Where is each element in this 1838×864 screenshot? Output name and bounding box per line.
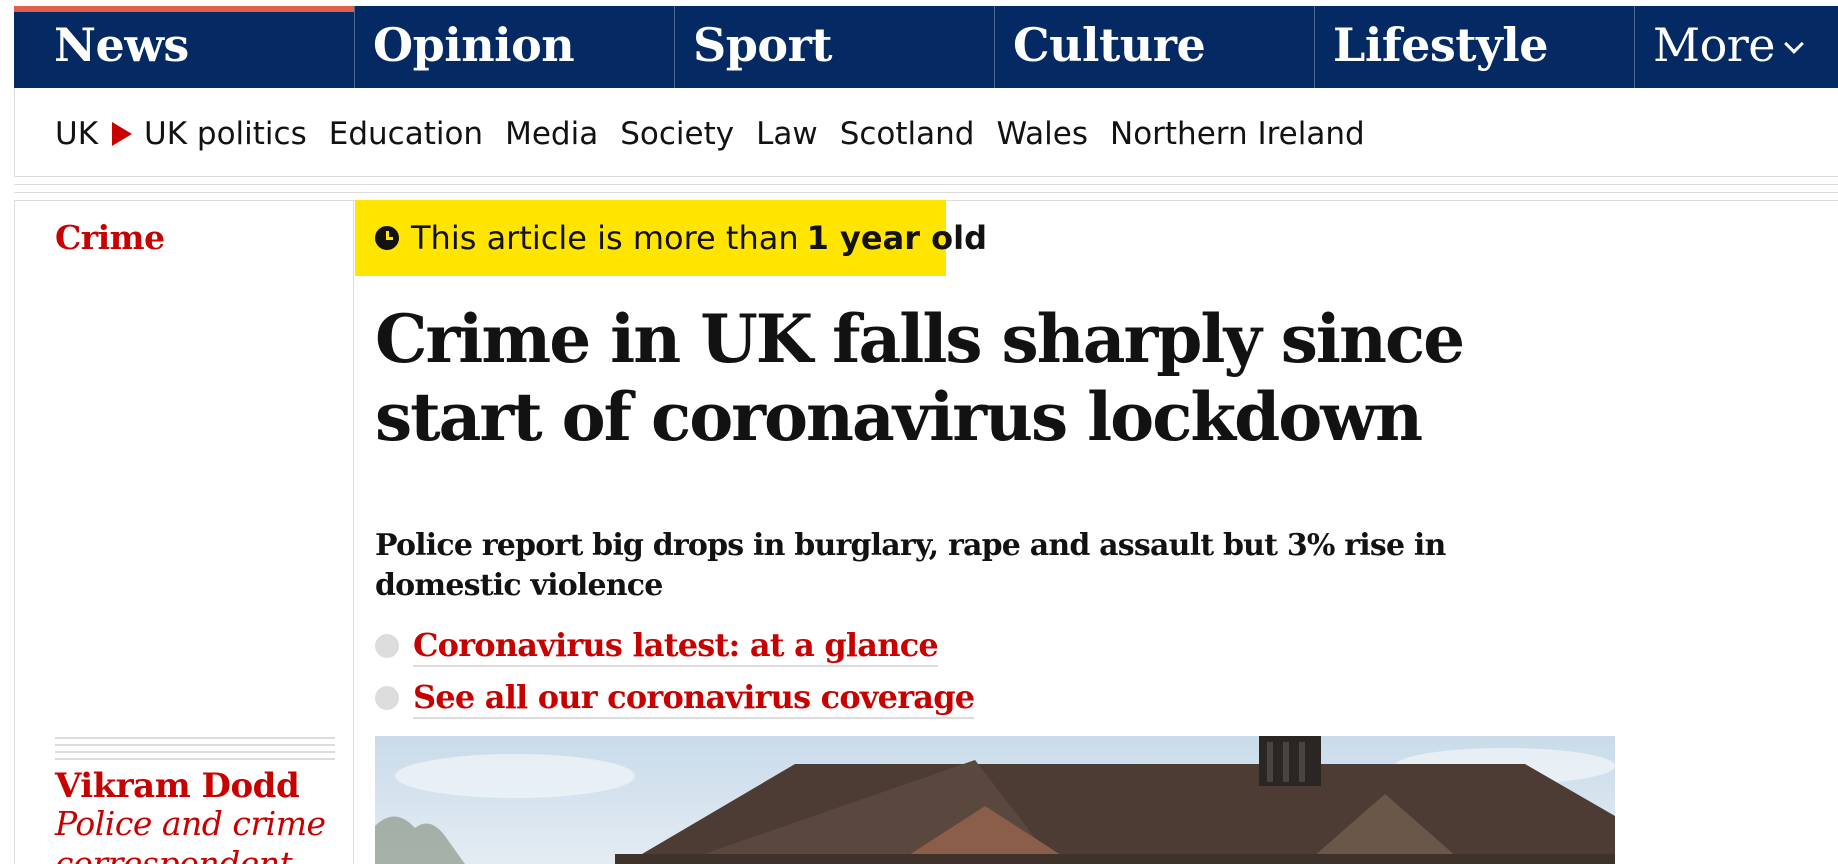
subnav-item-uk[interactable]: UK (55, 116, 98, 152)
nav-pillar-sport[interactable]: Sport (674, 6, 994, 88)
nav-more-label: More (1653, 18, 1776, 72)
bullet-dot-icon (375, 634, 399, 658)
related-link-coverage[interactable]: See all our coronavirus coverage (413, 678, 975, 719)
subnav-item-law[interactable]: Law (756, 116, 818, 152)
nav-pillar-label: Lifestyle (1333, 18, 1549, 72)
article-headline: Crime in UK falls sharply since start of… (375, 300, 1465, 456)
subnav-item-wales[interactable]: Wales (996, 116, 1088, 152)
nav-pillar-culture[interactable]: Culture (994, 6, 1314, 88)
byline-divider (55, 737, 335, 761)
active-pillar-indicator (14, 6, 354, 12)
top-navigation: News Opinion Sport Culture Lifestyle Mor… (0, 0, 1838, 88)
bullet-dot-icon (375, 686, 399, 710)
nav-pillar-lifestyle[interactable]: Lifestyle (1314, 6, 1634, 88)
related-links-list: Coronavirus latest: at a glance See all … (375, 620, 975, 724)
pillar-nav-bar: News Opinion Sport Culture Lifestyle Mor… (14, 6, 1838, 88)
nav-pillar-opinion[interactable]: Opinion (354, 6, 674, 88)
subnav-item-northern-ireland[interactable]: Northern Ireland (1110, 116, 1365, 152)
nav-pillar-label: Sport (693, 18, 833, 72)
section-label[interactable]: Crime (55, 218, 165, 257)
section-divider (14, 176, 1838, 201)
subnav-item-scotland[interactable]: Scotland (840, 116, 975, 152)
article-meta-column: Crime Vikram Dodd Police and crime corre… (14, 200, 354, 864)
clock-icon (375, 226, 399, 250)
list-item: See all our coronavirus coverage (375, 672, 975, 724)
age-notice-text: This article is more than (411, 219, 799, 257)
nav-pillar-news[interactable]: News (14, 6, 354, 88)
age-notice-bold: 1 year old (806, 219, 987, 257)
subnav-item-education[interactable]: Education (329, 116, 483, 152)
nav-pillar-label: Opinion (373, 18, 575, 72)
list-item: Coronavirus latest: at a glance (375, 620, 974, 672)
article-age-notice: This article is more than 1 year old (355, 200, 987, 276)
subnav-item-society[interactable]: Society (620, 116, 734, 152)
nav-pillar-label: Culture (1013, 18, 1206, 72)
author-name[interactable]: Vikram Dodd (55, 766, 300, 806)
related-link-latest[interactable]: Coronavirus latest: at a glance (413, 626, 939, 667)
nav-more-button[interactable]: More (1634, 6, 1838, 88)
article-standfirst: Police report big drops in burglary, rap… (375, 528, 1446, 603)
breadcrumb-arrow-icon (112, 122, 133, 146)
author-role: Police and crime correspondent (55, 804, 326, 864)
nav-pillar-label: News (54, 18, 189, 72)
subnav-item-uk-politics[interactable]: UK politics (144, 116, 307, 152)
sub-navigation: UK UK politics Education Media Society L… (14, 88, 1838, 176)
chevron-down-icon (1784, 34, 1804, 54)
article-main-image (375, 736, 1615, 864)
subnav-item-media[interactable]: Media (505, 116, 598, 152)
